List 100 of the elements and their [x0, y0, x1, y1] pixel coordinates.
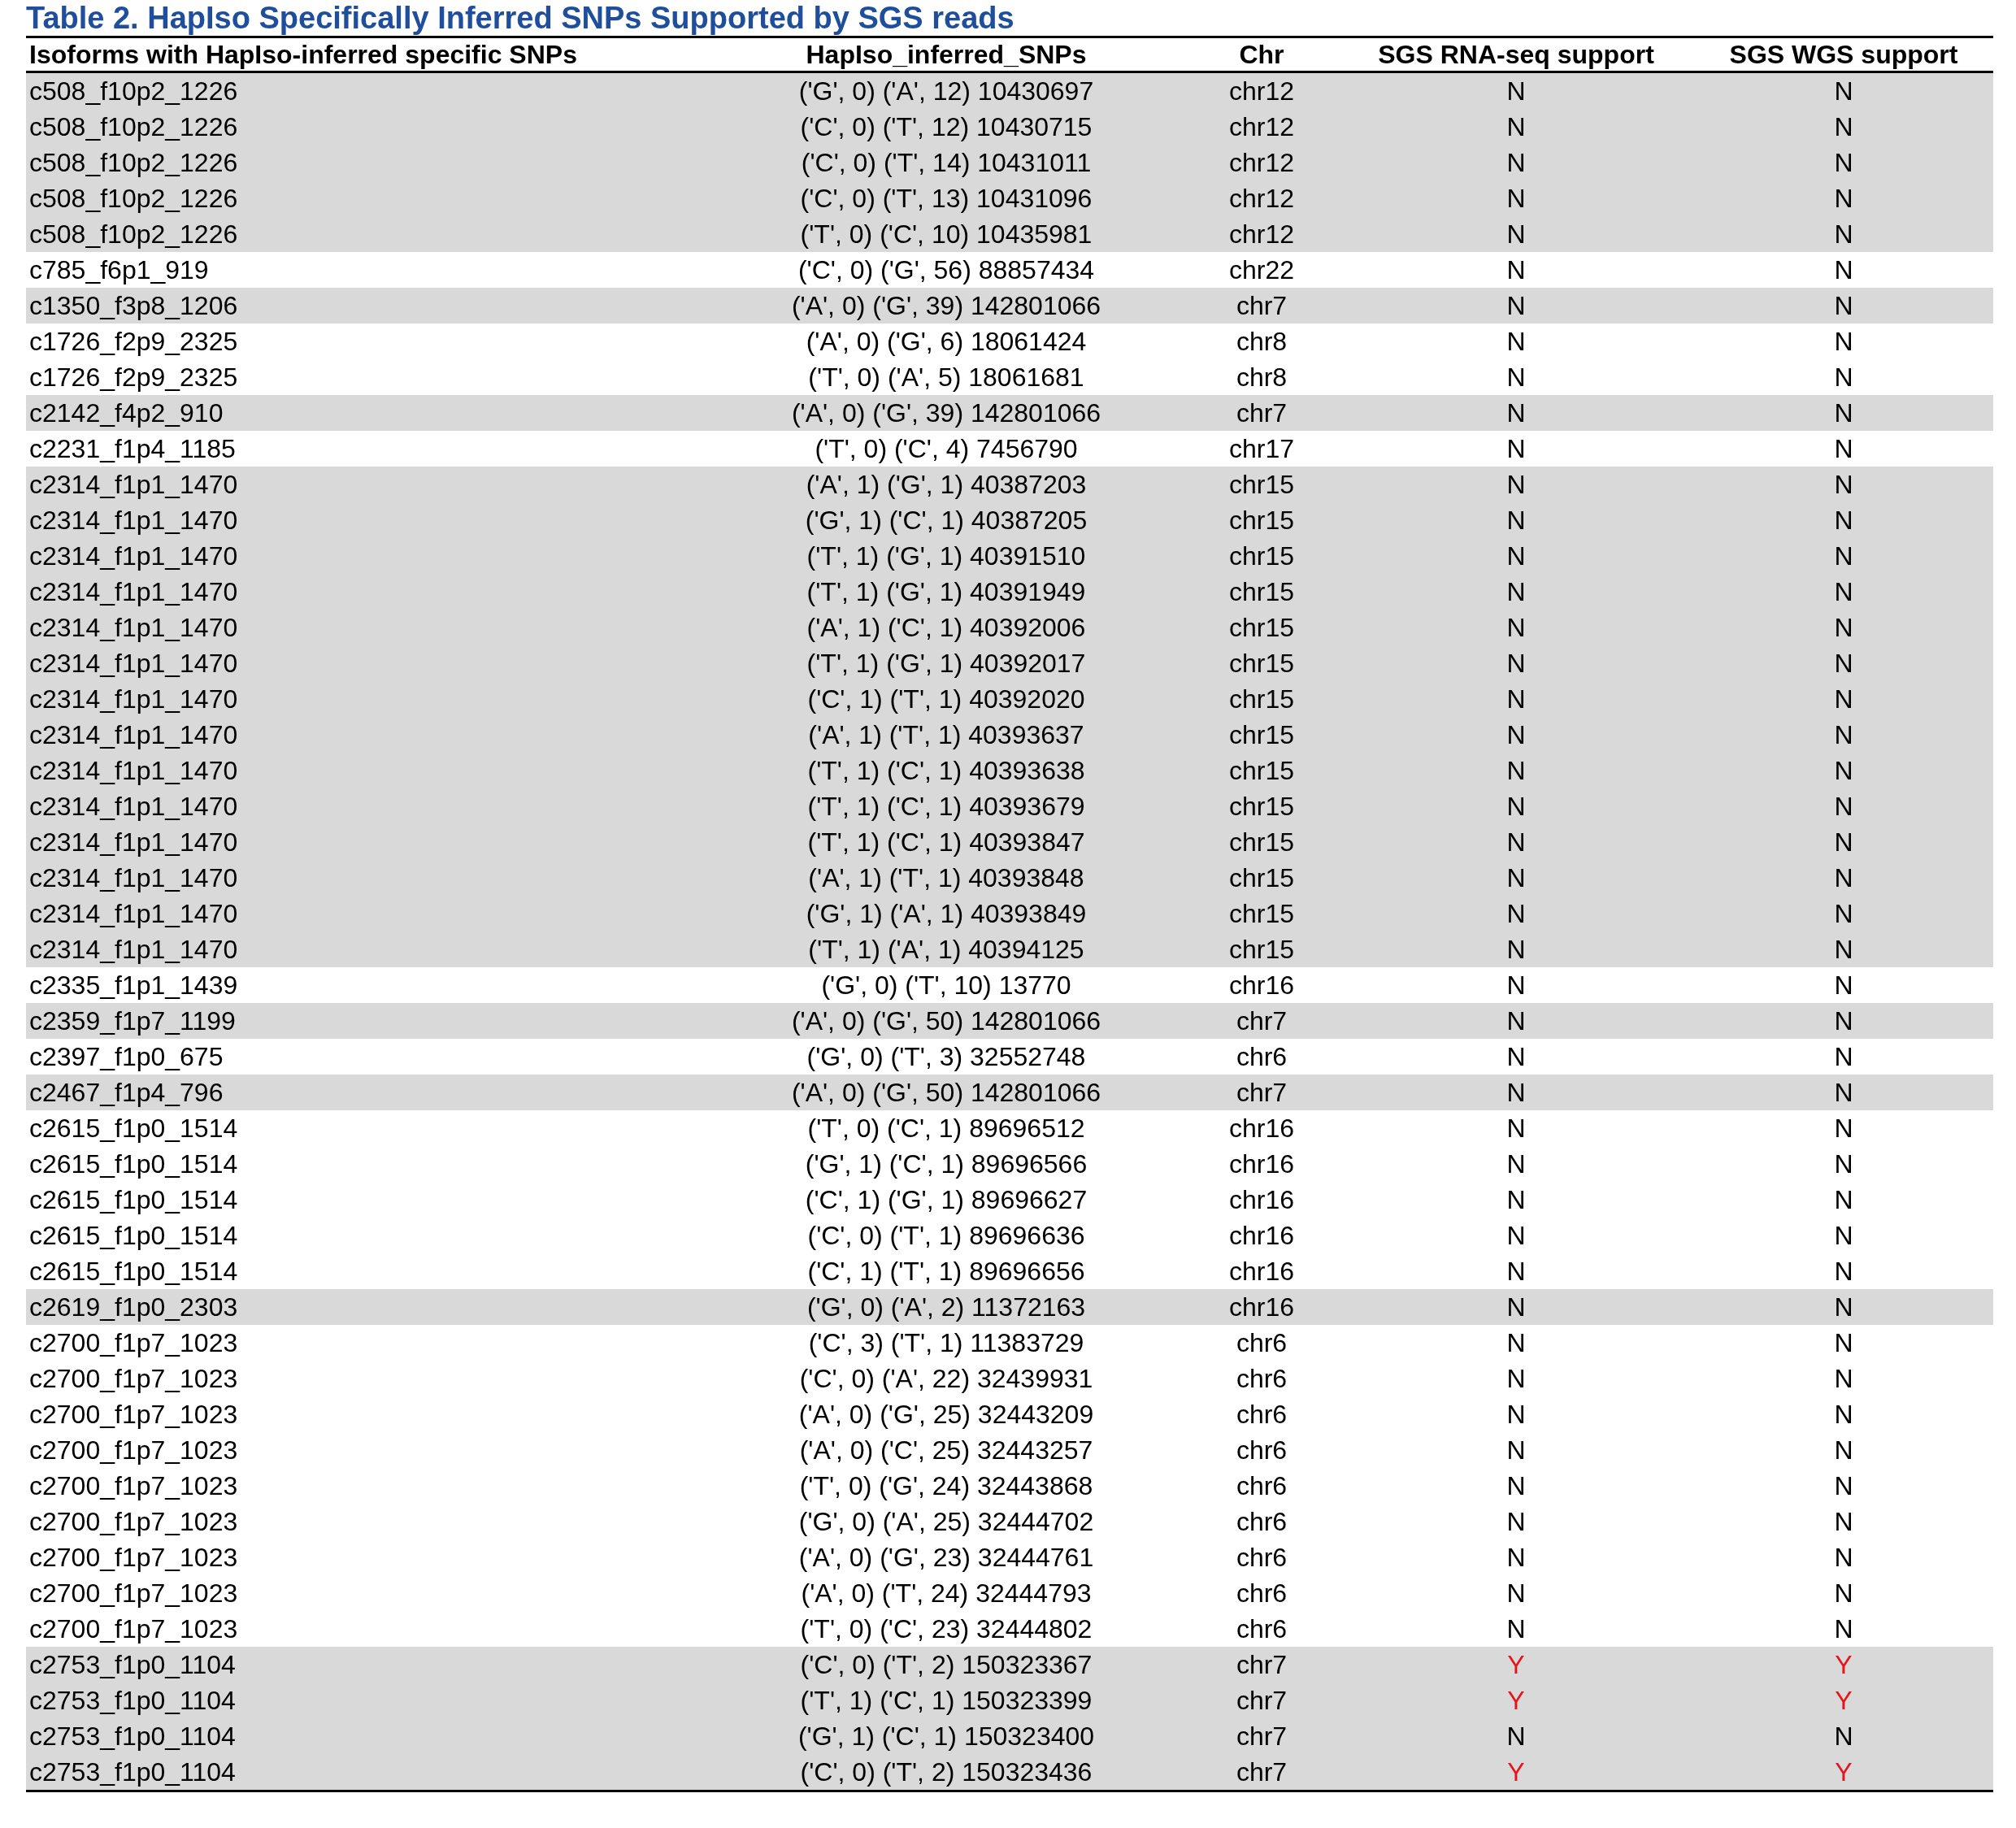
table-cell: chr15	[1185, 931, 1338, 967]
table-cell: ('G', 0) ('A', 12) 10430697	[707, 72, 1185, 109]
table-cell-text: N	[1505, 1399, 1527, 1431]
table-cell: N	[1338, 1289, 1694, 1325]
table-cell: c2142_f4p2_910	[26, 395, 707, 431]
table-cell: Y	[1338, 1683, 1694, 1718]
table-cell: N	[1338, 467, 1694, 502]
table-cell: chr12	[1185, 109, 1338, 145]
table-cell: chr7	[1185, 1754, 1338, 1791]
table-cell-text: chr16	[1227, 1148, 1295, 1180]
table-cell-text: N	[1833, 1506, 1854, 1538]
table-cell: N	[1694, 610, 1993, 645]
table-cell-text: N	[1833, 1435, 1854, 1466]
table-cell: ('G', 1) ('C', 1) 150323400	[707, 1718, 1185, 1754]
table-cell: chr7	[1185, 1075, 1338, 1110]
table-cell: Y	[1338, 1647, 1694, 1683]
table-cell-text: ('A', 0) ('G', 25) 32443209	[797, 1399, 1095, 1431]
table-cell-text: ('C', 0) ('A', 22) 32439931	[798, 1363, 1094, 1395]
table-cell: N	[1338, 502, 1694, 538]
table-cell-text: chr16	[1227, 1184, 1295, 1216]
table-cell: N	[1338, 538, 1694, 574]
table-cell: c2753_f1p0_1104	[26, 1683, 707, 1718]
table-cell: c2314_f1p1_1470	[26, 896, 707, 931]
table-cell: N	[1694, 931, 1993, 967]
table-cell: ('T', 1) ('C', 1) 150323399	[707, 1683, 1185, 1718]
table-cell-text: N	[1833, 1470, 1854, 1502]
table-cell: N	[1694, 896, 1993, 931]
table-cell-text: chr6	[1235, 1542, 1288, 1574]
table-cell: ('G', 0) ('T', 3) 32552748	[707, 1039, 1185, 1075]
table-title: Table 2. HapIso Specifically Inferred SNPs Supported by SGS reads	[26, 0, 1015, 36]
table-cell: N	[1694, 753, 1993, 788]
table-cell: c2753_f1p0_1104	[26, 1647, 707, 1683]
table-cell: ('T', 0) ('C', 10) 10435981	[707, 216, 1185, 252]
table-cell: chr7	[1185, 1718, 1338, 1754]
table-cell: N	[1694, 395, 1993, 431]
table-cell-text: N	[1833, 1399, 1854, 1431]
table-cell-text: N	[1505, 1148, 1527, 1180]
table-cell: c2314_f1p1_1470	[26, 502, 707, 538]
table-cell: c1726_f2p9_2325	[26, 323, 707, 359]
table-cell-text: N	[1505, 1220, 1527, 1252]
table-cell-text: c2700_f1p7_1023	[28, 1578, 239, 1609]
table-cell: c2700_f1p7_1023	[26, 1611, 707, 1647]
table-cell: c2619_f1p0_2303	[26, 1289, 707, 1325]
table-cell: c2314_f1p1_1470	[26, 645, 707, 681]
table-cell-text: c2700_f1p7_1023	[28, 1542, 239, 1574]
table-cell: chr15	[1185, 753, 1338, 788]
table-cell: N	[1694, 860, 1993, 896]
table-cell: chr15	[1185, 610, 1338, 645]
table-cell: ('C', 1) ('T', 1) 40392020	[707, 681, 1185, 717]
table-cell: chr15	[1185, 896, 1338, 931]
table-cell-text: ('C', 0) ('T', 1) 89696636	[806, 1220, 1086, 1252]
table-cell: ('A', 0) ('G', 50) 142801066	[707, 1003, 1185, 1039]
table-cell: c2753_f1p0_1104	[26, 1754, 707, 1791]
table-cell: N	[1338, 359, 1694, 395]
table-cell: chr7	[1185, 1647, 1338, 1683]
table-cell: N	[1338, 216, 1694, 252]
table-cell: ('A', 0) ('G', 39) 142801066	[707, 395, 1185, 431]
table-cell-text: ('G', 0) ('A', 25) 32444702	[797, 1506, 1095, 1538]
table-cell: N	[1694, 1325, 1993, 1361]
table-cell: chr7	[1185, 395, 1338, 431]
table-cell: N	[1694, 288, 1993, 323]
table-cell-text: N	[1833, 1542, 1854, 1574]
table-cell: N	[1694, 1110, 1993, 1146]
table-cell: chr8	[1185, 359, 1338, 395]
table-cell-text: N	[1505, 1184, 1527, 1216]
table-cell: N	[1694, 359, 1993, 395]
table-cell: ('T', 1) ('G', 1) 40391949	[707, 574, 1185, 610]
table-cell: ('T', 0) ('C', 4) 7456790	[707, 431, 1185, 467]
table-cell: N	[1694, 1289, 1993, 1325]
table-cell: N	[1694, 717, 1993, 753]
table-cell: N	[1694, 109, 1993, 145]
table-cell: c2314_f1p1_1470	[26, 824, 707, 860]
table-cell: c2359_f1p7_1199	[26, 1003, 707, 1039]
table-cell: chr17	[1185, 431, 1338, 467]
table-cell-text: chr6	[1235, 1363, 1288, 1395]
table-cell: ('T', 0) ('C', 23) 32444802	[707, 1611, 1185, 1647]
table-cell: ('G', 1) ('C', 1) 40387205	[707, 502, 1185, 538]
table-cell: ('T', 1) ('G', 1) 40391510	[707, 538, 1185, 574]
table-cell-text: c2700_f1p7_1023	[28, 1399, 239, 1431]
table-cell: N	[1694, 467, 1993, 502]
table-cell-text: chr6	[1235, 1435, 1288, 1466]
table-cell: chr7	[1185, 1683, 1338, 1718]
column-header: HapIso_inferred_SNPs	[707, 37, 1185, 72]
table-cell: Y	[1694, 1647, 1993, 1683]
column-header: SGS WGS support	[1694, 37, 1993, 72]
table-cell: chr15	[1185, 467, 1338, 502]
table-cell: chr16	[1185, 1253, 1338, 1289]
table-cell: ('G', 0) ('T', 10) 13770	[707, 967, 1185, 1003]
table-cell: ('T', 1) ('C', 1) 40393638	[707, 753, 1185, 788]
table-cell: N	[1694, 1253, 1993, 1289]
table-cell: N	[1338, 395, 1694, 431]
table-cell: N	[1338, 1039, 1694, 1075]
table-cell: N	[1694, 216, 1993, 252]
table-cell: chr16	[1185, 1289, 1338, 1325]
table-cell: N	[1694, 1039, 1993, 1075]
table-cell: N	[1338, 252, 1694, 288]
table-cell: N	[1694, 72, 1993, 109]
table-cell: chr15	[1185, 860, 1338, 896]
column-header: SGS RNA-seq support	[1338, 37, 1694, 72]
table-cell: chr12	[1185, 72, 1338, 109]
